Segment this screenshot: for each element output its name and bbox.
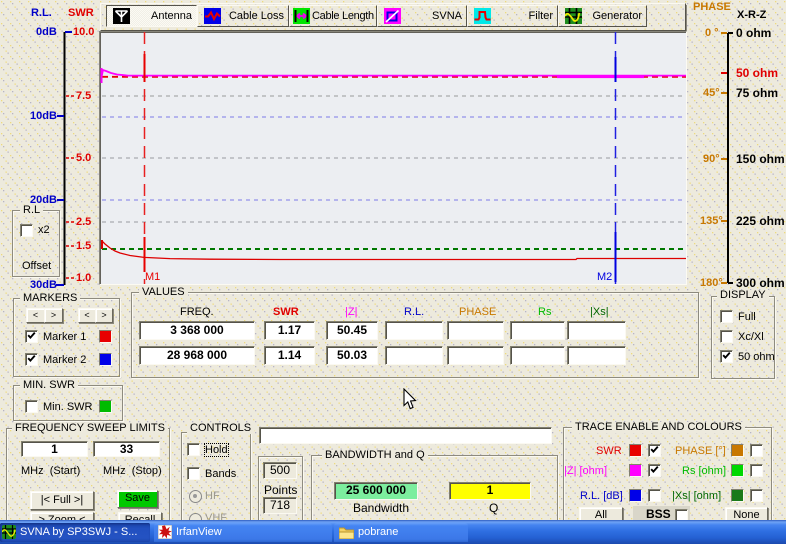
svg-text:M2: M2: [597, 271, 612, 283]
svg-text:M1: M1: [145, 271, 160, 283]
